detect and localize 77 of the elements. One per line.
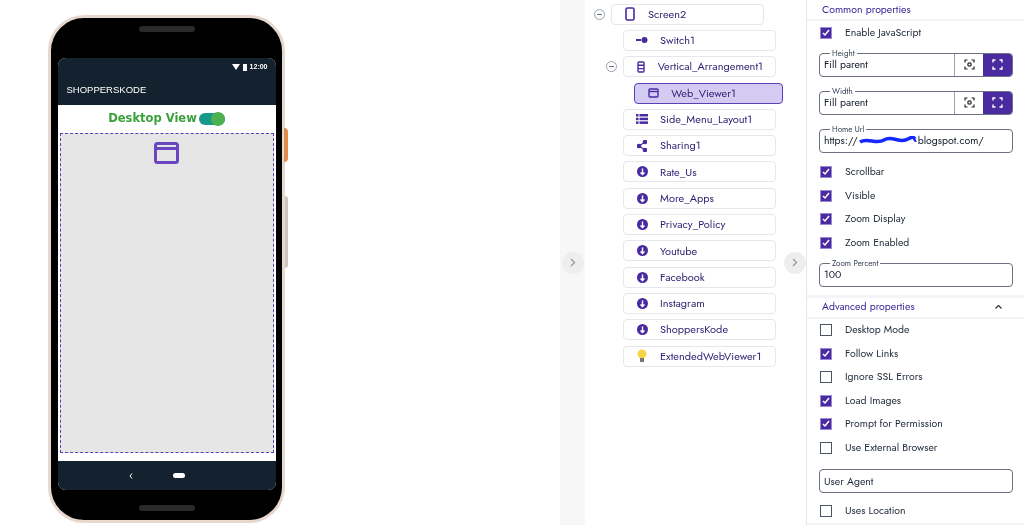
- field-label: Zoom Percent: [830, 257, 881, 268]
- switch-label: Desktop View: [108, 110, 197, 128]
- section-title: Common properties: [822, 1, 911, 18]
- checkbox-label: Visible: [845, 187, 876, 204]
- checkbox[interactable]: [820, 347, 832, 360]
- checkbox[interactable]: [820, 324, 832, 337]
- checkbox[interactable]: [820, 26, 832, 39]
- fill-parent-button[interactable]: [983, 53, 1012, 76]
- fill-parent-button[interactable]: [983, 91, 1012, 114]
- extension-icon: [636, 245, 648, 257]
- checkbox-label: Prompt for Permission: [845, 416, 943, 433]
- component-item[interactable]: Switch1: [623, 29, 776, 51]
- share-icon: [637, 139, 647, 152]
- checkbox[interactable]: [820, 441, 832, 454]
- component-item[interactable]: Vertical_Arrangement1: [623, 56, 776, 78]
- checkbox-label: Desktop Mode: [845, 322, 910, 339]
- home-button[interactable]: [172, 473, 185, 478]
- battery-icon: [242, 63, 247, 71]
- checkbox-label: Scrollbar: [845, 164, 885, 181]
- chevron-right-icon: [569, 258, 576, 267]
- switch-icon: [636, 36, 648, 45]
- component-item[interactable]: Privacy_Policy: [623, 214, 776, 235]
- menu-icon: [636, 114, 648, 125]
- component-item[interactable]: Instagram: [623, 292, 776, 314]
- checkbox[interactable]: [820, 189, 832, 202]
- component-item[interactable]: Side_Menu_Layout1: [623, 108, 776, 130]
- window-icon: [647, 88, 659, 99]
- focus-icon: [963, 97, 975, 108]
- checkbox[interactable]: [820, 371, 832, 384]
- checkbox-label: Follow Links: [845, 345, 899, 362]
- extension-icon: [636, 219, 648, 230]
- phone-icon: [625, 7, 635, 22]
- redaction-scribble: [857, 135, 918, 146]
- component-item[interactable]: ShoppersKode: [623, 319, 776, 341]
- chevron-right-icon: [792, 258, 798, 267]
- user-agent-field[interactable]: User Agent: [819, 469, 1013, 493]
- toggle-switch[interactable]: [198, 113, 225, 125]
- field-label: Height: [830, 47, 857, 58]
- checkbox-label: Uses Location: [845, 502, 906, 519]
- component-item[interactable]: ExtendedWebViewer1: [623, 345, 776, 367]
- component-item[interactable]: Rate_Us: [623, 161, 776, 183]
- extension-icon: [636, 192, 648, 204]
- lightbulb-icon: [637, 349, 647, 363]
- expand-icon: [992, 97, 1003, 108]
- expand-icon: [992, 59, 1003, 70]
- checkbox[interactable]: [820, 213, 832, 226]
- app-title: SHOPPERSKODE: [66, 83, 147, 98]
- checkbox[interactable]: [820, 166, 832, 179]
- extension-icon: [636, 297, 648, 309]
- focus-icon: [963, 59, 975, 70]
- component-item[interactable]: Facebook: [623, 266, 776, 288]
- field-label: Home Url: [830, 123, 867, 134]
- component-item[interactable]: More_Apps: [623, 187, 776, 209]
- list-icon: [636, 60, 645, 73]
- checkbox-label: Enable JavaScript: [845, 24, 922, 41]
- checkbox-label: Use External Browser: [845, 439, 938, 456]
- extension-icon: [636, 324, 648, 336]
- checkbox[interactable]: [820, 394, 832, 407]
- checkbox[interactable]: [820, 504, 832, 517]
- component-item[interactable]: Screen2: [611, 3, 764, 25]
- component-item[interactable]: Sharing1: [623, 135, 776, 157]
- checkbox-label: Zoom Enabled: [845, 234, 910, 251]
- checkbox-label: Zoom Display: [845, 211, 906, 228]
- component-item[interactable]: Web_Viewer1: [634, 82, 783, 104]
- window-icon: [154, 142, 179, 164]
- back-icon: [128, 472, 133, 479]
- checkbox-label: Load Images: [845, 392, 902, 409]
- wifi-icon: [231, 64, 240, 70]
- section-title: Advanced properties: [822, 299, 915, 315]
- extension-icon: [636, 166, 648, 178]
- component-item[interactable]: Youtube: [623, 240, 776, 262]
- checkbox[interactable]: [820, 236, 832, 249]
- checkbox[interactable]: [820, 418, 832, 431]
- checkbox-label: Ignore SSL Errors: [845, 369, 923, 386]
- chevron-up-icon[interactable]: [995, 305, 1002, 309]
- field-label: Width: [830, 85, 855, 96]
- extension-icon: [636, 271, 648, 283]
